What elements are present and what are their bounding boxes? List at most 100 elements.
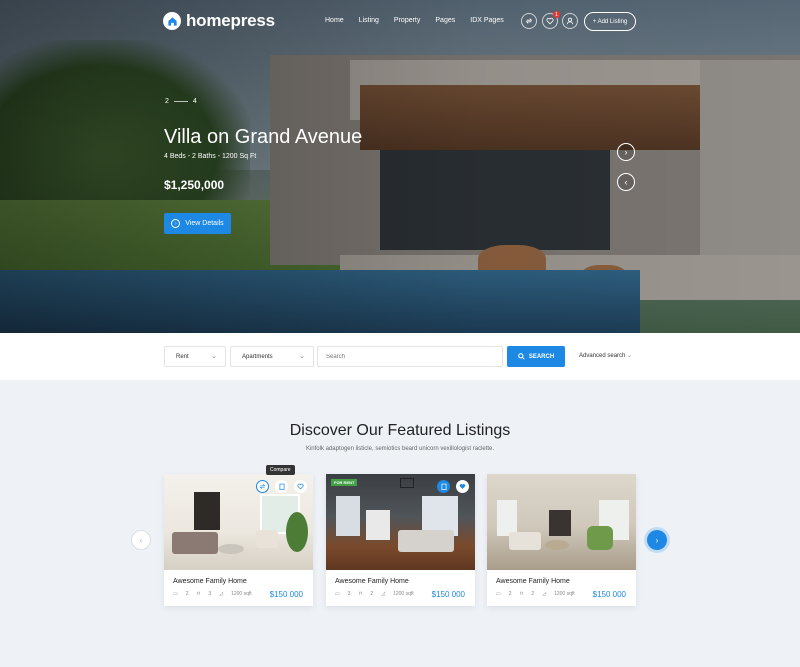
listing-price: $150 000 <box>269 590 303 599</box>
photo-sofa <box>509 532 541 550</box>
listing-meta: ▭ 2 ⊓ 3 ◿ 1200 sqft <box>173 591 252 597</box>
baths-count: 2 <box>531 591 535 597</box>
baths-count: 2 <box>370 591 374 597</box>
photo-fireplace <box>549 510 571 536</box>
advanced-search-label: Advanced search <box>579 353 626 359</box>
account-button[interactable] <box>562 13 578 29</box>
chevron-left-icon: ‹ <box>624 177 628 187</box>
photo-window <box>497 500 517 536</box>
quick-view-button[interactable] <box>275 480 288 493</box>
compare-icon <box>525 18 533 24</box>
listing-card[interactable]: Awesome Family Home ▭ 2 ⊓ 3 ◿ 1200 sqft $15… <box>164 474 313 606</box>
beds-count: 3 <box>347 591 351 597</box>
hero-overlay <box>0 0 800 333</box>
listing-type-select[interactable]: Rent ⌄ <box>164 346 226 367</box>
nav-item-listing[interactable]: Listing <box>359 17 379 24</box>
favorite-button[interactable] <box>456 480 469 493</box>
main-nav: Home Listing Property Pages IDX Pages <box>325 17 504 24</box>
listing-photo[interactable] <box>164 474 313 570</box>
listing-type-value: Rent <box>176 353 189 360</box>
favorite-button[interactable] <box>294 480 307 493</box>
user-icon <box>566 17 574 25</box>
hero-price: $1,250,000 <box>164 178 225 192</box>
bath-icon: ⊓ <box>358 591 363 597</box>
listing-name[interactable]: Awesome Family Home <box>173 578 247 585</box>
listing-card[interactable]: FOR RENT Awesome Family Home ▭ 3 ⊓ 2 ◿ 1200… <box>326 474 475 606</box>
nav-item-idx-pages[interactable]: IDX Pages <box>470 17 503 24</box>
slide-counter-divider <box>173 101 188 102</box>
photo-sofa <box>398 530 454 552</box>
compare-button[interactable] <box>521 13 537 29</box>
photo-chair <box>256 530 278 548</box>
clipboard-icon <box>279 483 284 490</box>
area-value: 1200 sqft <box>231 591 252 597</box>
slide-counter: 2 4 <box>165 98 197 105</box>
area-value: 1200 sqft <box>554 591 575 597</box>
view-details-button[interactable]: › View Details <box>164 213 231 234</box>
property-category-select[interactable]: Apartments ⌄ <box>230 346 314 367</box>
hero-slider <box>0 0 800 333</box>
bed-icon: ▭ <box>496 591 501 597</box>
area-icon: ◿ <box>219 591 224 597</box>
listing-price: $150 000 <box>592 590 626 599</box>
listing-price: $150 000 <box>431 590 465 599</box>
hero-next-button[interactable]: › <box>617 143 635 161</box>
slide-total: 4 <box>192 98 197 105</box>
listing-meta: ▭ 2 ⊓ 2 ◿ 1200 sqft <box>496 591 575 597</box>
beds-count: 2 <box>185 591 189 597</box>
photo-sofa <box>172 532 218 554</box>
area-icon: ◿ <box>542 591 547 597</box>
chevron-right-icon: › <box>624 147 628 157</box>
top-navigation: homepress Home Listing Property Pages ID… <box>0 0 800 44</box>
hero-details: 4 Beds - 2 Baths - 1200 Sq Ft <box>164 153 257 160</box>
nav-item-pages[interactable]: Pages <box>435 17 455 24</box>
chevron-left-icon: ‹ <box>139 535 143 545</box>
home-logo-icon <box>163 12 181 30</box>
nav-item-property[interactable]: Property <box>394 17 420 24</box>
bed-icon: ▭ <box>173 591 178 597</box>
chevron-down-icon: ⌄ <box>299 353 305 360</box>
search-button-label: SEARCH <box>528 353 555 360</box>
photo-wall-art <box>194 492 220 530</box>
photo-chair <box>587 526 613 550</box>
logo-text: homepress <box>186 11 275 30</box>
photo-fireplace <box>366 510 390 540</box>
listing-photo[interactable]: FOR RENT <box>326 474 475 570</box>
slide-current: 2 <box>165 98 169 105</box>
listing-name[interactable]: Awesome Family Home <box>496 578 570 585</box>
listing-photo[interactable] <box>487 474 636 570</box>
chevron-down-icon: ⌄ <box>211 353 217 360</box>
advanced-search-link[interactable]: Advanced search ⌄ <box>579 352 632 359</box>
nav-item-home[interactable]: Home <box>325 17 344 24</box>
listing-status-tag: FOR RENT <box>331 479 358 486</box>
carousel-prev-button[interactable]: ‹ <box>131 530 151 550</box>
bed-icon: ▭ <box>335 591 340 597</box>
chevron-right-icon: › <box>655 535 659 545</box>
listing-card[interactable]: Awesome Family Home ▭ 2 ⊓ 2 ◿ 1200 sqft $15… <box>487 474 636 606</box>
baths-count: 3 <box>208 591 212 597</box>
search-icon <box>518 353 525 360</box>
compare-tooltip: Compare <box>266 465 295 475</box>
add-listing-button[interactable]: + Add Listing <box>584 12 636 31</box>
compare-button[interactable] <box>256 480 269 493</box>
favorites-button[interactable]: 1 <box>542 11 560 29</box>
area-value: 1200 sqft <box>393 591 414 597</box>
search-button[interactable]: SEARCH <box>507 346 565 367</box>
quick-view-button[interactable] <box>437 480 450 493</box>
compare-icon <box>259 484 266 489</box>
photo-plant <box>286 512 308 552</box>
listing-meta: ▭ 3 ⊓ 2 ◿ 1200 sqft <box>335 591 414 597</box>
listing-name[interactable]: Awesome Family Home <box>335 578 409 585</box>
photo-table <box>218 544 244 554</box>
section-subtitle: Kinfolk adaptogen listicle, semiotics be… <box>305 446 495 452</box>
carousel-next-button[interactable]: › <box>647 530 667 550</box>
favorites-count-badge: 1 <box>553 11 560 18</box>
search-input[interactable] <box>317 346 503 367</box>
photo-chandelier <box>400 478 414 488</box>
logo[interactable]: homepress <box>163 11 275 31</box>
hero-prev-button[interactable]: ‹ <box>617 173 635 191</box>
heart-icon <box>459 484 466 489</box>
beds-count: 2 <box>508 591 512 597</box>
area-icon: ◿ <box>381 591 386 597</box>
photo-table <box>545 540 569 550</box>
